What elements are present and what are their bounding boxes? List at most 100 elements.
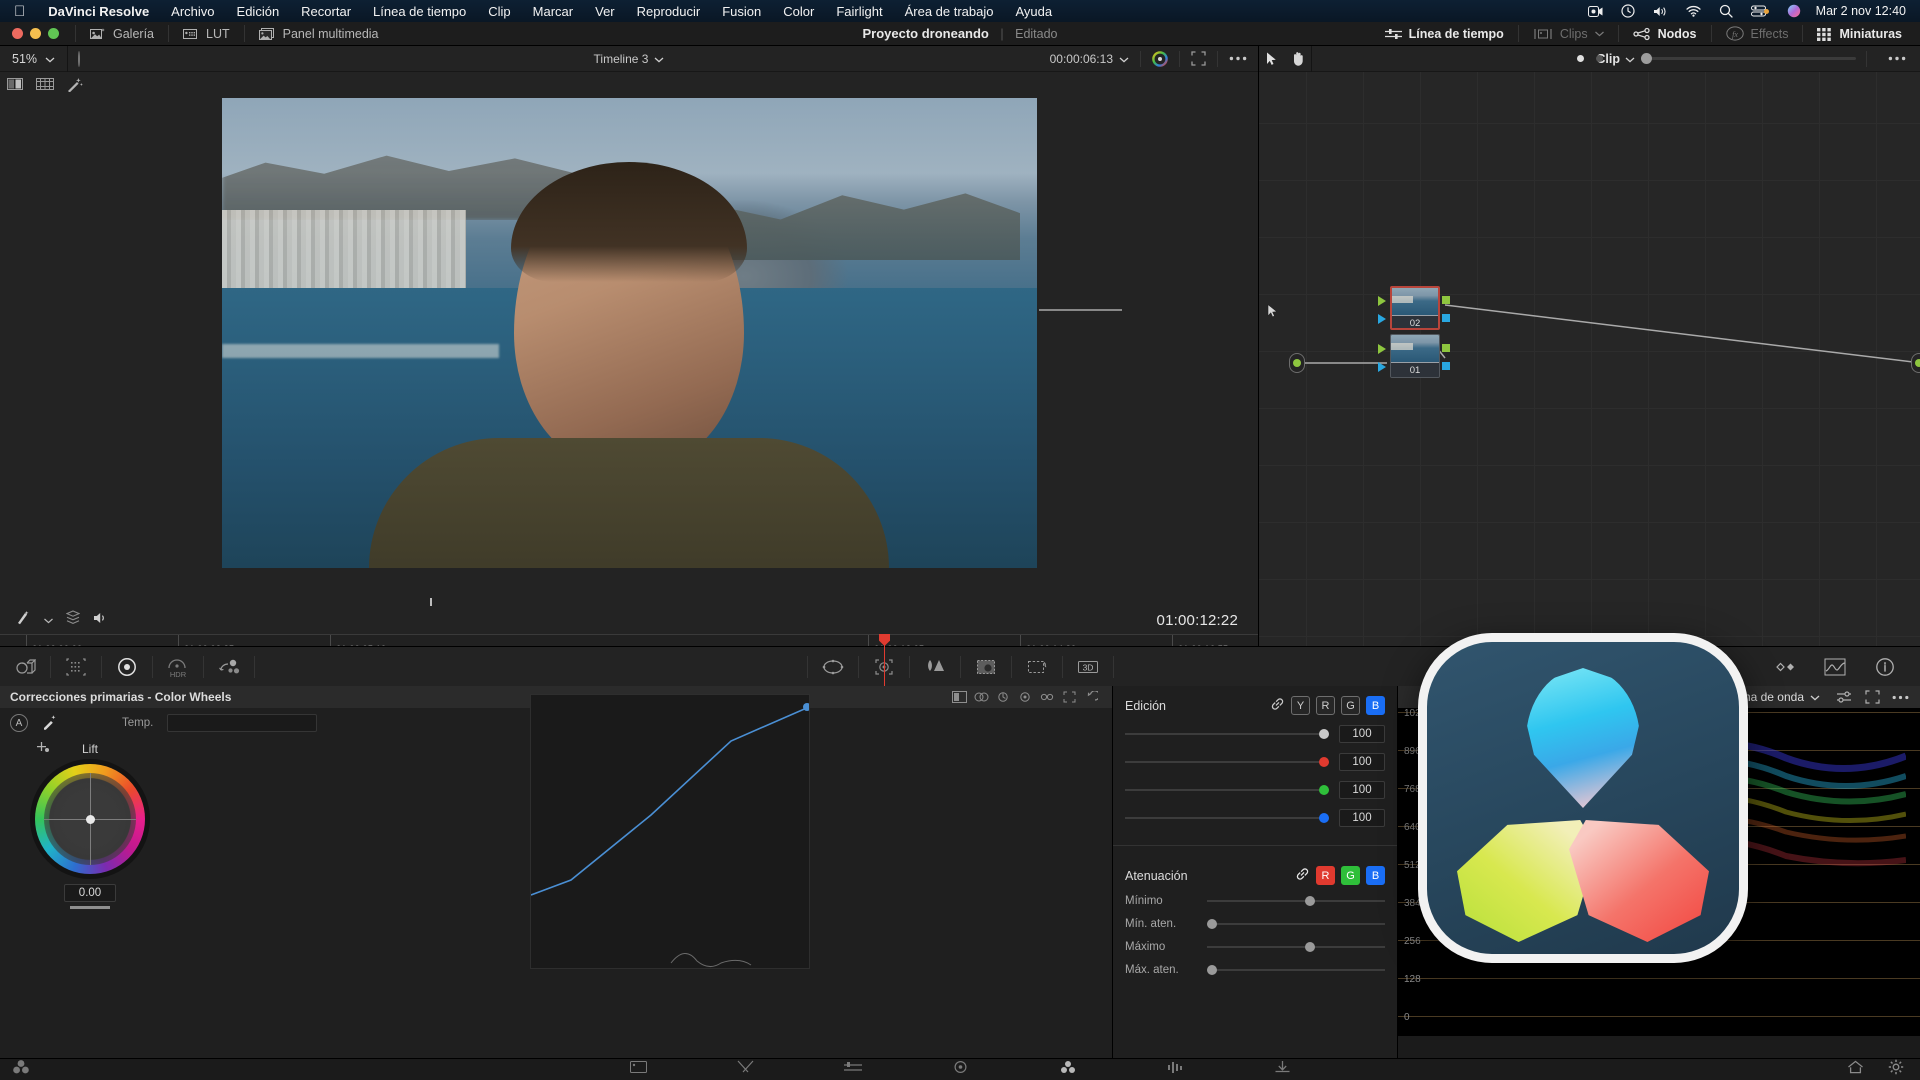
arrow-select-icon[interactable] [1259, 46, 1285, 72]
hand-pan-icon[interactable] [1285, 46, 1311, 72]
wifi-icon[interactable] [1677, 5, 1710, 17]
node-01-key-output-pin[interactable] [1442, 362, 1450, 370]
edit-value-master[interactable]: 100 [1339, 725, 1385, 743]
power-window-icon[interactable] [910, 647, 960, 687]
node-02-key-output-pin[interactable] [1442, 314, 1450, 322]
edit-channel-g[interactable]: G [1341, 696, 1360, 715]
chevron-down-icon[interactable] [1625, 52, 1635, 66]
magic-mask-icon[interactable] [1012, 647, 1062, 687]
softness-slider-min-aten[interactable] [1207, 919, 1385, 929]
duration-timecode-selector[interactable]: 00:00:06:13 [1039, 46, 1140, 72]
three-d-icon[interactable]: 3D [1063, 647, 1113, 687]
menu-linea-de-tiempo[interactable]: Línea de tiempo [362, 4, 477, 19]
fullscreen-icon[interactable] [1858, 686, 1886, 708]
fullscreen-icon[interactable] [1180, 46, 1217, 72]
reset-icon[interactable] [992, 686, 1014, 708]
slider-knob[interactable] [1304, 896, 1315, 906]
cut-icon[interactable] [737, 1060, 754, 1079]
grab-still-icon[interactable] [1014, 686, 1036, 708]
page-dot-active[interactable] [1576, 55, 1584, 62]
eyedropper-icon[interactable] [42, 714, 58, 733]
slider-knob[interactable] [1641, 53, 1652, 64]
menu-color[interactable]: Color [772, 4, 825, 19]
color-page-icon[interactable] [12, 1059, 30, 1080]
node-clip-selector[interactable]: Clip [1596, 52, 1641, 66]
edit-channel-y[interactable]: Y [1291, 696, 1310, 715]
thumbnails-panel-button[interactable]: Miniaturas [1805, 22, 1914, 46]
control-center-icon[interactable] [1742, 5, 1778, 18]
link-icon[interactable] [1270, 697, 1285, 714]
softness-channel-g[interactable]: G [1341, 866, 1360, 885]
slider-knob[interactable] [1319, 729, 1329, 739]
softness-slider-maximo[interactable] [1207, 942, 1385, 952]
softness-slider-minimo[interactable] [1207, 896, 1385, 906]
enhance-wand-icon[interactable] [60, 72, 90, 96]
blur-icon[interactable] [808, 647, 858, 687]
fullscreen-icon[interactable] [1058, 686, 1080, 708]
davinci-resolve-dock-icon[interactable] [1418, 633, 1748, 963]
nodes-panel-button[interactable]: Nodos [1621, 22, 1709, 46]
menu-davinci-resolve[interactable]: DaVinci Resolve [37, 4, 160, 19]
node-01-rgb-output-pin[interactable] [1442, 344, 1450, 352]
menu-clip[interactable]: Clip [477, 4, 521, 19]
media-pool-button[interactable]: Panel multimedia [247, 22, 391, 46]
node-item-02[interactable]: 02 [1390, 286, 1440, 330]
node-02-rgb-input-pin[interactable] [1378, 296, 1386, 306]
temperature-field[interactable] [167, 714, 318, 732]
menu-marcar[interactable]: Marcar [522, 4, 584, 19]
menu-archivo[interactable]: Archivo [160, 4, 225, 19]
timeline-thumb-icon[interactable] [30, 72, 60, 96]
node-02-rgb-output-pin[interactable] [1442, 296, 1450, 304]
volume-icon[interactable] [1644, 5, 1677, 18]
link-icon[interactable] [1295, 867, 1310, 884]
softness-channel-b[interactable]: B [1366, 866, 1385, 885]
deliver-icon[interactable] [1274, 1060, 1291, 1079]
highlight-icon[interactable] [16, 610, 31, 630]
slider-knob[interactable] [1304, 942, 1315, 952]
auto-balance-button[interactable]: A [10, 714, 28, 732]
softness-channel-r[interactable]: R [1316, 866, 1335, 885]
edit-value-red[interactable]: 100 [1339, 753, 1385, 771]
more-options-icon[interactable] [1218, 46, 1258, 72]
scrub-handle[interactable] [430, 598, 432, 606]
node-output-terminal[interactable] [1911, 353, 1920, 373]
node-02-key-input-pin[interactable] [1378, 314, 1386, 324]
curve-editor[interactable] [530, 694, 811, 969]
tracker-icon[interactable] [961, 647, 1011, 687]
viewer-scrub-strip[interactable] [0, 596, 1258, 606]
minimize-window-button[interactable] [30, 28, 41, 39]
undo-icon[interactable] [1080, 686, 1102, 708]
spotlight-search-icon[interactable] [1710, 4, 1742, 18]
node-01-rgb-input-pin[interactable] [1378, 344, 1386, 354]
slider-knob[interactable] [1207, 919, 1217, 929]
lift-color-wheel[interactable] [35, 764, 145, 874]
menu-fusion[interactable]: Fusion [711, 4, 772, 19]
node-source-terminal[interactable] [1289, 353, 1305, 373]
color-wheel-icon[interactable] [1141, 46, 1179, 72]
chevron-down-icon[interactable] [1119, 52, 1129, 66]
softness-slider-max-aten[interactable] [1207, 965, 1385, 975]
more-options-icon[interactable] [1886, 686, 1914, 708]
wheel-knob[interactable] [85, 814, 95, 824]
slider-knob[interactable] [1319, 757, 1329, 767]
edit-slider-blue[interactable] [1125, 813, 1329, 823]
clips-panel-button[interactable]: Clips [1521, 22, 1616, 46]
node-view-icon[interactable] [948, 686, 970, 708]
split-screen-icon[interactable] [0, 72, 30, 96]
fairlight-icon[interactable] [1167, 1060, 1184, 1079]
node-size-slider[interactable] [1641, 53, 1856, 64]
shared-node-icon[interactable] [1036, 686, 1058, 708]
edit-icon[interactable] [843, 1060, 862, 1079]
apple-icon[interactable]:  [0, 4, 37, 19]
timeline-playhead[interactable] [884, 634, 885, 686]
window-traffic-lights[interactable] [0, 28, 73, 39]
a-b-compare-icon[interactable] [970, 686, 992, 708]
stack-icon[interactable] [65, 610, 81, 630]
chevron-down-icon[interactable] [44, 611, 53, 629]
slider-knob[interactable] [1319, 785, 1329, 795]
effects-panel-button[interactable]: fx Effects [1714, 22, 1801, 46]
more-options-icon[interactable] [1877, 46, 1920, 72]
settings-sliders-icon[interactable] [1830, 686, 1858, 708]
home-icon[interactable] [1847, 1060, 1864, 1079]
chevron-down-icon[interactable] [1810, 690, 1820, 704]
